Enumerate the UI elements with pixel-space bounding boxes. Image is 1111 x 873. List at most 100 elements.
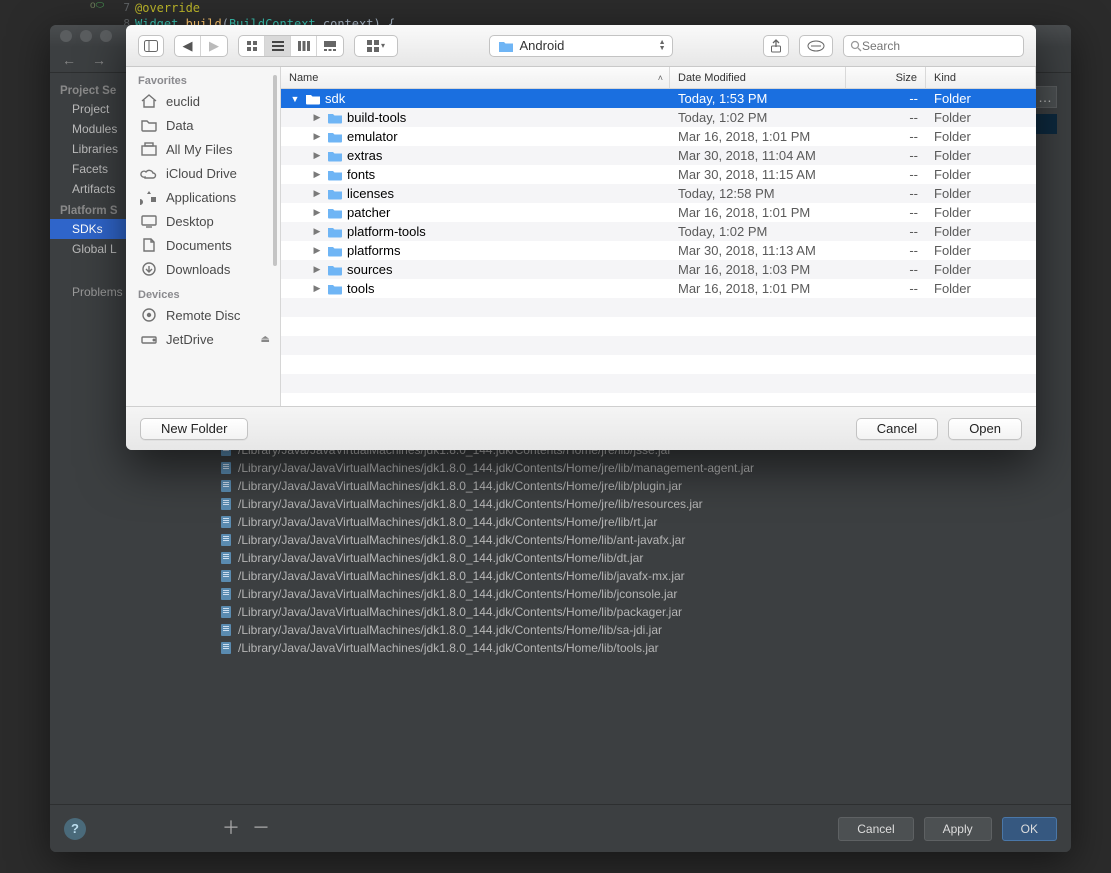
location-popup[interactable]: Android ▲▼	[489, 35, 673, 57]
favorite-data[interactable]: Data	[126, 113, 280, 137]
forward-arrow-icon[interactable]: →	[88, 52, 110, 68]
disclosure-triangle-icon[interactable]: ▶	[311, 283, 323, 294]
empty-row	[281, 374, 1036, 393]
disclosure-triangle-icon[interactable]: ▶	[311, 207, 323, 218]
sidebar-scroll-indicator[interactable]	[273, 75, 277, 266]
file-name: extras	[347, 148, 382, 163]
sdk-browse-button[interactable]: …	[1033, 86, 1057, 108]
file-kind: Folder	[926, 129, 1036, 144]
file-row[interactable]: ▶patcherMar 16, 2018, 1:01 PM--Folder	[281, 203, 1036, 222]
help-button[interactable]: ?	[64, 818, 86, 840]
classpath-entry[interactable]: /Library/Java/JavaVirtualMachines/jdk1.8…	[220, 585, 1057, 603]
remove-button[interactable]: －	[252, 814, 270, 840]
eject-icon[interactable]: ⏏	[261, 334, 270, 345]
file-row[interactable]: ▶fontsMar 30, 2018, 11:15 AM--Folder	[281, 165, 1036, 184]
device-remotedisc[interactable]: Remote Disc	[126, 303, 280, 327]
empty-row	[281, 336, 1036, 355]
classpath-entry[interactable]: /Library/Java/JavaVirtualMachines/jdk1.8…	[220, 603, 1057, 621]
file-kind: Folder	[926, 224, 1036, 239]
file-date: Mar 30, 2018, 11:13 AM	[670, 243, 846, 258]
file-kind: Folder	[926, 186, 1036, 201]
file-row[interactable]: ▼sdkToday, 1:53 PM--Folder	[281, 89, 1036, 108]
view-columns-button[interactable]	[291, 36, 317, 56]
group-by-button[interactable]: ▾	[354, 35, 398, 57]
file-size: --	[846, 91, 926, 106]
device-jetdrive[interactable]: JetDrive⏏	[126, 327, 280, 351]
disclosure-triangle-icon[interactable]: ▶	[311, 226, 323, 237]
favorite-euclid[interactable]: euclid	[126, 89, 280, 113]
classpath-entry[interactable]: /Library/Java/JavaVirtualMachines/jdk1.8…	[220, 477, 1057, 495]
disclosure-triangle-icon[interactable]: ▼	[289, 94, 301, 104]
classpath-entry[interactable]: /Library/Java/JavaVirtualMachines/jdk1.8…	[220, 531, 1057, 549]
classpath-entry[interactable]: /Library/Java/JavaVirtualMachines/jdk1.8…	[220, 549, 1057, 567]
apply-button[interactable]: Apply	[924, 817, 992, 841]
classpath-entry[interactable]: /Library/Java/JavaVirtualMachines/jdk1.8…	[220, 621, 1057, 639]
file-row[interactable]: ▶platform-toolsToday, 1:02 PM--Folder	[281, 222, 1036, 241]
view-icons-button[interactable]	[239, 36, 265, 56]
file-date: Today, 12:58 PM	[670, 186, 846, 201]
devices-heading: Devices	[126, 281, 280, 303]
col-size[interactable]: Size	[846, 67, 926, 88]
favorite-desktop[interactable]: Desktop	[126, 209, 280, 233]
favorite-documents[interactable]: Documents	[126, 233, 280, 257]
file-date: Today, 1:53 PM	[670, 91, 846, 106]
sidebar-problems[interactable]: Problems	[72, 285, 123, 299]
disclosure-triangle-icon[interactable]: ▶	[311, 131, 323, 142]
sidebar-toggle-button[interactable]	[138, 35, 164, 57]
file-kind: Folder	[926, 91, 1036, 106]
favorite-downloads[interactable]: Downloads	[126, 257, 280, 281]
back-arrow-icon[interactable]: ←	[58, 52, 80, 68]
cancel-button[interactable]: Cancel	[838, 817, 913, 841]
view-list-button[interactable]	[265, 36, 291, 56]
file-row[interactable]: ▶licensesToday, 12:58 PM--Folder	[281, 184, 1036, 203]
file-kind: Folder	[926, 148, 1036, 163]
share-button[interactable]	[763, 35, 789, 57]
favorite-icloud-drive[interactable]: iCloud Drive	[126, 161, 280, 185]
disclosure-triangle-icon[interactable]: ▶	[311, 245, 323, 256]
new-folder-button[interactable]: New Folder	[140, 418, 248, 440]
nav-forward-button[interactable]: ▶	[201, 36, 227, 56]
finder-cancel-button[interactable]: Cancel	[856, 418, 938, 440]
file-size: --	[846, 262, 926, 277]
file-row[interactable]: ▶sourcesMar 16, 2018, 1:03 PM--Folder	[281, 260, 1036, 279]
file-row[interactable]: ▶emulatorMar 16, 2018, 1:01 PM--Folder	[281, 127, 1036, 146]
classpath-entry[interactable]: /Library/Java/JavaVirtualMachines/jdk1.8…	[220, 567, 1057, 585]
finder-file-list: Name˄ Date Modified Size Kind ▼sdkToday,…	[281, 67, 1036, 406]
favorite-all-my-files[interactable]: All My Files	[126, 137, 280, 161]
classpath-entry[interactable]: /Library/Java/JavaVirtualMachines/jdk1.8…	[220, 459, 1057, 477]
classpath-entry[interactable]: /Library/Java/JavaVirtualMachines/jdk1.8…	[220, 513, 1057, 531]
file-name: platforms	[347, 243, 400, 258]
add-button[interactable]: ＋	[222, 814, 240, 840]
file-row[interactable]: ▶toolsMar 16, 2018, 1:01 PM--Folder	[281, 279, 1036, 298]
disclosure-triangle-icon[interactable]: ▶	[311, 169, 323, 180]
file-size: --	[846, 205, 926, 220]
classpath-entry[interactable]: /Library/Java/JavaVirtualMachines/jdk1.8…	[220, 495, 1057, 513]
disclosure-triangle-icon[interactable]: ▶	[311, 112, 323, 123]
file-row[interactable]: ▶extrasMar 30, 2018, 11:04 AM--Folder	[281, 146, 1036, 165]
tags-button[interactable]	[799, 35, 833, 57]
file-date: Today, 1:02 PM	[670, 224, 846, 239]
finder-open-button[interactable]: Open	[948, 418, 1022, 440]
col-name[interactable]: Name˄	[281, 67, 670, 88]
view-gallery-button[interactable]	[317, 36, 343, 56]
nav-back-button[interactable]: ◀	[175, 36, 201, 56]
file-row[interactable]: ▶build-toolsToday, 1:02 PM--Folder	[281, 108, 1036, 127]
file-kind: Folder	[926, 110, 1036, 125]
finder-sidebar: Favorites euclidDataAll My FilesiCloud D…	[126, 67, 281, 406]
file-kind: Folder	[926, 205, 1036, 220]
classpath-entry[interactable]: /Library/Java/JavaVirtualMachines/jdk1.8…	[220, 639, 1057, 657]
ok-button[interactable]: OK	[1002, 817, 1057, 841]
file-kind: Folder	[926, 262, 1036, 277]
disclosure-triangle-icon[interactable]: ▶	[311, 264, 323, 275]
file-name: emulator	[347, 129, 398, 144]
disclosure-triangle-icon[interactable]: ▶	[311, 188, 323, 199]
col-date[interactable]: Date Modified	[670, 67, 846, 88]
col-kind[interactable]: Kind	[926, 67, 1036, 88]
file-date: Mar 16, 2018, 1:01 PM	[670, 129, 846, 144]
disclosure-triangle-icon[interactable]: ▶	[311, 150, 323, 161]
search-input[interactable]	[862, 39, 1017, 53]
search-field[interactable]	[843, 35, 1024, 57]
file-size: --	[846, 167, 926, 182]
file-row[interactable]: ▶platformsMar 30, 2018, 11:13 AM--Folder	[281, 241, 1036, 260]
favorite-applications[interactable]: Applications	[126, 185, 280, 209]
